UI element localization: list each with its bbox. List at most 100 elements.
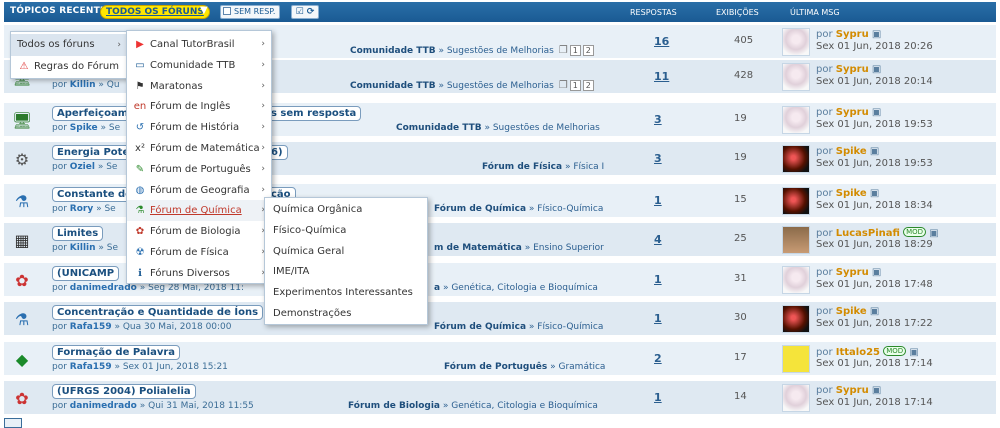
avatar[interactable] bbox=[782, 345, 810, 373]
forum-path[interactable]: Fórum de Biologia » Genética, Citologia … bbox=[348, 401, 598, 411]
menu-item-rules[interactable]: ⚠ Regras do Fórum bbox=[11, 56, 127, 78]
goto-post-icon[interactable]: ▣ bbox=[872, 385, 881, 396]
last-author-link[interactable]: Sypru bbox=[836, 29, 869, 40]
goto-post-icon[interactable]: ▣ bbox=[870, 306, 879, 317]
last-author-link[interactable]: LucasPinafi bbox=[836, 228, 900, 239]
replies-count[interactable]: 2 bbox=[654, 352, 662, 365]
author-link[interactable]: danimedrado bbox=[70, 401, 137, 411]
menu-item-forum[interactable]: ☢Fórum de Física› bbox=[127, 242, 271, 263]
menu-item-forum[interactable]: ⚗Fórum de Química› bbox=[127, 200, 271, 222]
avatar[interactable] bbox=[782, 63, 810, 91]
replies-count[interactable]: 1 bbox=[654, 391, 662, 404]
avatar[interactable] bbox=[782, 145, 810, 173]
menu-item-forum[interactable]: ✿Fórum de Biologia› bbox=[127, 221, 271, 242]
avatar[interactable] bbox=[782, 106, 810, 134]
author-link[interactable]: Killin bbox=[70, 80, 96, 90]
replies-count[interactable]: 1 bbox=[654, 273, 662, 286]
last-author-link[interactable]: Spike bbox=[836, 306, 867, 317]
page-link[interactable]: 1 bbox=[569, 80, 581, 91]
goto-post-icon[interactable]: ▣ bbox=[872, 64, 881, 75]
forum-path[interactable]: Comunidade TTB » Sugestões de Melhorias … bbox=[350, 80, 594, 91]
topic-title-link[interactable]: (UFRGS 2004) Polialelia bbox=[52, 384, 196, 399]
page-link[interactable]: 2 bbox=[582, 45, 594, 56]
topic-title-tail[interactable]: s sem resposta bbox=[266, 106, 362, 121]
last-author-link[interactable]: Sypru bbox=[836, 385, 869, 396]
chevron-down-icon[interactable]: ▼ bbox=[200, 5, 208, 16]
forum-path[interactable]: m de Matemática » Ensino Superior bbox=[434, 243, 604, 253]
replies-count[interactable]: 1 bbox=[654, 194, 662, 207]
last-author-link[interactable]: Spike bbox=[836, 146, 867, 157]
menu-item-forum[interactable]: ↺ Fórum de História › bbox=[127, 117, 271, 138]
menu-item-subforum[interactable]: Experimentos Interessantes bbox=[265, 283, 427, 303]
goto-post-icon[interactable]: ▣ bbox=[872, 267, 881, 278]
last-author-link[interactable]: Spike bbox=[836, 188, 867, 199]
avatar[interactable] bbox=[782, 266, 810, 294]
menu-item-forum[interactable]: ✎ Fórum de Português › bbox=[127, 159, 271, 180]
table-row[interactable]: ⚗ Concentração e Quantidade de Íons por R… bbox=[4, 302, 996, 336]
author-link[interactable]: Rory bbox=[70, 204, 93, 214]
avatar[interactable] bbox=[782, 28, 810, 56]
replies-count[interactable]: 3 bbox=[654, 113, 662, 126]
menu-item-forum[interactable]: ◍ Fórum de Geografia › bbox=[127, 180, 271, 201]
checkbox-icon[interactable] bbox=[223, 7, 231, 15]
menu-item-forum[interactable]: ⚑ Maratonas › bbox=[127, 76, 271, 97]
author-link[interactable]: Oziel bbox=[70, 162, 95, 172]
menu-item-forum[interactable]: ℹFóruns Diversos› bbox=[127, 263, 271, 284]
avatar[interactable] bbox=[782, 187, 810, 215]
last-author-link[interactable]: Sypru bbox=[836, 267, 869, 278]
avatar[interactable] bbox=[782, 384, 810, 412]
menu-item-forum[interactable]: x² Fórum de Matemática › bbox=[127, 138, 271, 159]
last-author-link[interactable]: Ittalo25 bbox=[836, 347, 880, 358]
forum-path[interactable]: Fórum de Física » Física I bbox=[482, 162, 604, 172]
menu-item-forum[interactable]: ▭ Comunidade TTB › bbox=[127, 55, 271, 76]
replies-count[interactable]: 11 bbox=[654, 70, 669, 83]
author-link[interactable]: Killin bbox=[70, 243, 96, 253]
replies-count[interactable]: 3 bbox=[654, 152, 662, 165]
table-row[interactable]: ◆ Formação de Palavra por Rafa159 » Sex 0… bbox=[4, 342, 996, 376]
goto-post-icon[interactable]: ▣ bbox=[872, 29, 881, 40]
menu-item-all-forums[interactable]: Todos os fóruns › bbox=[11, 34, 127, 56]
check-refresh-icon[interactable]: ☑ ⟳ bbox=[291, 5, 319, 19]
topic-title-link[interactable]: (UNICAMP bbox=[52, 266, 120, 281]
last-author-link[interactable]: Sypru bbox=[836, 64, 869, 75]
topic-title-link[interactable]: Constante de bbox=[52, 187, 137, 202]
goto-post-icon[interactable]: ▣ bbox=[929, 228, 938, 239]
author-link[interactable]: Rafa159 bbox=[70, 362, 112, 372]
author-link[interactable]: Rafa159 bbox=[70, 322, 112, 332]
author-link[interactable]: danimedrado bbox=[70, 283, 137, 293]
no-reply-toggle[interactable]: SEM RESP. bbox=[220, 5, 281, 19]
forum-path[interactable]: a » Genética, Citologia e Bioquímica bbox=[434, 283, 598, 293]
replies-count[interactable]: 4 bbox=[654, 233, 662, 246]
menu-item-forum[interactable]: ▶ Canal TutorBrasil › bbox=[127, 34, 271, 55]
last-author-link[interactable]: Sypru bbox=[836, 107, 869, 118]
menu-item-subforum[interactable]: IME/ITA bbox=[265, 262, 427, 282]
menu-item-subforum[interactable]: Química Geral bbox=[265, 242, 427, 262]
forum-path[interactable]: Fórum de Química » Físico-Química bbox=[434, 322, 603, 332]
topic-title-link[interactable]: Concentração e Quantidade de Íons bbox=[52, 305, 264, 320]
avatar[interactable] bbox=[782, 226, 810, 254]
page-link[interactable]: 1 bbox=[569, 45, 581, 56]
topic-title-link[interactable]: Limites bbox=[52, 226, 104, 241]
menu-item-subforum[interactable]: Demonstrações bbox=[265, 304, 427, 324]
goto-post-icon[interactable]: ▣ bbox=[909, 347, 918, 358]
avatar[interactable] bbox=[782, 305, 810, 333]
forum-path[interactable]: Comunidade TTB » Sugestões de Melhorias bbox=[396, 123, 600, 133]
menu-item-subforum[interactable]: Físico-Química bbox=[265, 221, 427, 241]
goto-post-icon[interactable]: ▣ bbox=[872, 107, 881, 118]
author-link[interactable]: Spike bbox=[70, 123, 98, 133]
replies-count[interactable]: 1 bbox=[654, 312, 662, 325]
forum-filter-button[interactable]: TODOS OS FÓRUNS bbox=[100, 5, 210, 19]
topic-title-link[interactable]: Energia Pote bbox=[52, 145, 135, 160]
replies-count[interactable]: 16 bbox=[654, 35, 669, 48]
page-link[interactable]: 2 bbox=[582, 80, 594, 91]
last-post-author: por Spike ▣ bbox=[816, 306, 880, 317]
goto-post-icon[interactable]: ▣ bbox=[870, 146, 879, 157]
menu-item-forum[interactable]: en Fórum de Inglês › bbox=[127, 96, 271, 117]
forum-path[interactable]: Comunidade TTB » Sugestões de Melhorias … bbox=[350, 45, 594, 56]
forum-path[interactable]: Fórum de Química » Físico-Química bbox=[434, 204, 603, 214]
menu-item-subforum[interactable]: Química Orgânica bbox=[265, 200, 427, 220]
table-row[interactable]: ✿ (UFRGS 2004) Polialelia por danimedrado… bbox=[4, 381, 996, 415]
topic-title-link[interactable]: Formação de Palavra bbox=[52, 345, 181, 360]
forum-path[interactable]: Fórum de Português » Gramática bbox=[444, 362, 605, 372]
goto-post-icon[interactable]: ▣ bbox=[870, 188, 879, 199]
